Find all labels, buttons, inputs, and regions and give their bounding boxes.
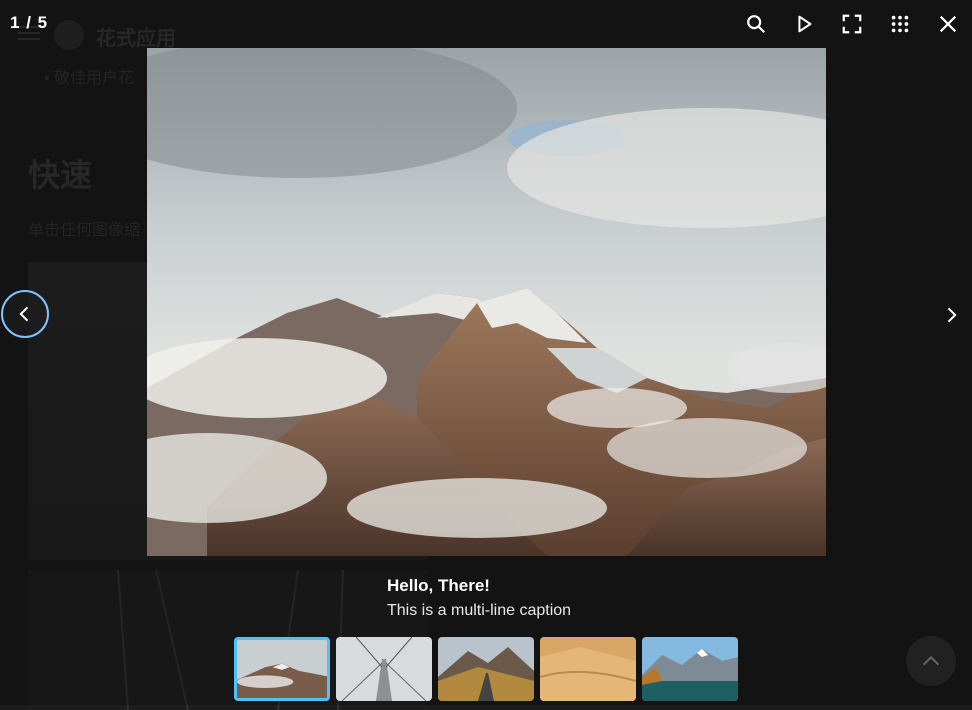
chevron-right-icon bbox=[947, 307, 957, 323]
thumbnail-misty-bridge[interactable] bbox=[336, 637, 432, 701]
play-icon bbox=[798, 15, 812, 33]
thumbnail-cloudy-mountains[interactable] bbox=[234, 637, 330, 701]
image-counter: 1 / 5 bbox=[10, 13, 49, 32]
lightbox-toolbar bbox=[732, 0, 972, 48]
caption-subtitle: This is a multi-line caption bbox=[387, 602, 572, 619]
previous-image-button[interactable] bbox=[1, 290, 49, 338]
chevron-up-icon bbox=[922, 655, 940, 666]
scroll-to-top-button[interactable] bbox=[906, 636, 956, 686]
thumbnail-strip bbox=[234, 637, 738, 701]
caption-title: Hello, There! bbox=[387, 576, 490, 595]
thumbnail-lake-mountains[interactable] bbox=[642, 637, 738, 701]
fullscreen-button[interactable] bbox=[828, 0, 876, 48]
thumbnail-mountain-road[interactable] bbox=[438, 637, 534, 701]
zoom-icon bbox=[747, 15, 766, 34]
lightbox-main-image[interactable] bbox=[147, 48, 826, 556]
fullscreen-icon bbox=[842, 14, 862, 34]
thumbnail-desert-dunes[interactable] bbox=[540, 637, 636, 701]
grid-icon bbox=[891, 15, 909, 33]
close-icon bbox=[939, 15, 957, 33]
close-button[interactable] bbox=[924, 0, 972, 48]
image-caption: Hello, There! This is a multi-line capti… bbox=[387, 576, 571, 620]
thumbnails-toggle-button[interactable] bbox=[876, 0, 924, 48]
next-image-button[interactable] bbox=[936, 300, 966, 330]
chevron-left-icon bbox=[19, 306, 29, 322]
zoom-button[interactable] bbox=[732, 0, 780, 48]
slideshow-play-button[interactable] bbox=[780, 0, 828, 48]
